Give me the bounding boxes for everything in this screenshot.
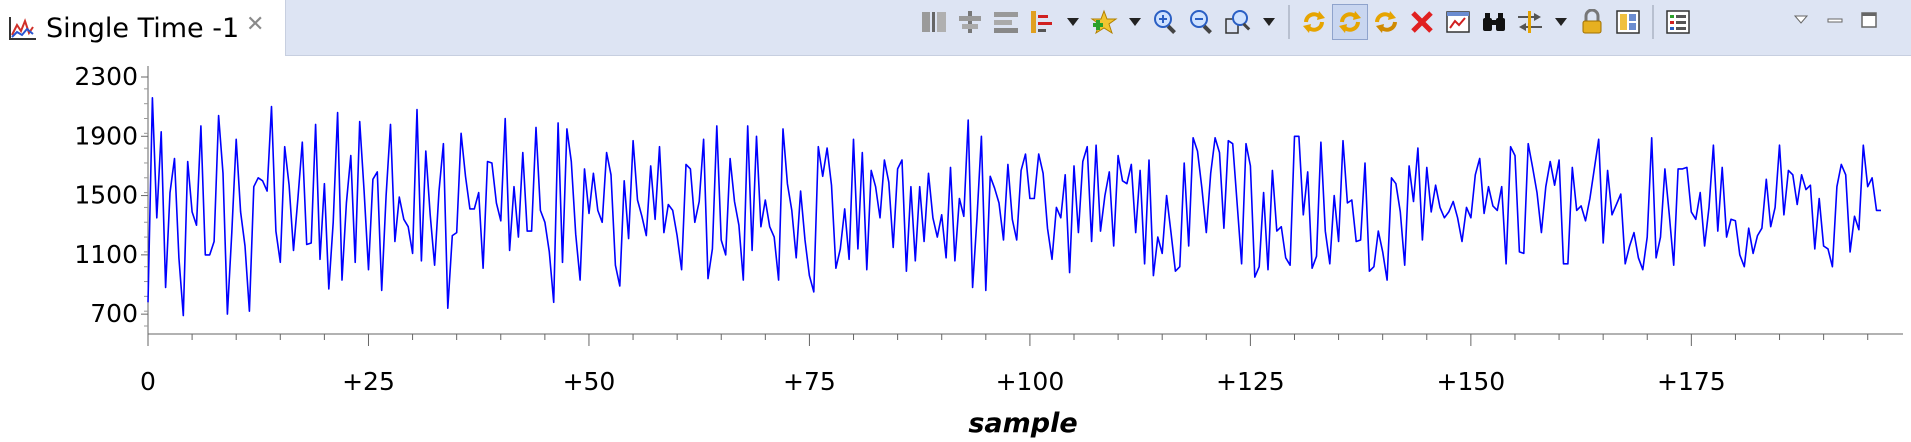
view-header: Single Time -1 ✕ <box>0 0 1911 56</box>
close-icon[interactable]: ✕ <box>246 12 264 37</box>
dropdown-arrow-icon[interactable] <box>1060 4 1086 40</box>
x-tick-label: +175 <box>1657 367 1726 396</box>
x-tick-label: +100 <box>996 367 1065 396</box>
x-tick-label: +50 <box>563 367 616 396</box>
dropdown-arrow-icon[interactable] <box>1122 4 1148 40</box>
dropdown-arrow-icon[interactable] <box>1256 4 1282 40</box>
x-axis: 0 +25 +50 +75 +100 +125 +150 +175 <box>140 333 1903 396</box>
x-tick-label: 0 <box>140 367 156 396</box>
x-tick-label: +125 <box>1216 367 1285 396</box>
continuous-refresh-icon[interactable] <box>1332 4 1368 40</box>
tab-single-time[interactable]: Single Time -1 ✕ <box>0 0 286 56</box>
view-menu-icon[interactable] <box>1784 3 1818 37</box>
tab-title: Single Time -1 <box>46 12 240 44</box>
refresh-all-icon[interactable] <box>1368 4 1404 40</box>
y-tick-label: 1900 <box>74 121 138 150</box>
x-tick-label: +150 <box>1437 367 1506 396</box>
zoom-in-icon[interactable] <box>1148 4 1184 40</box>
refresh-icon[interactable] <box>1296 4 1332 40</box>
find-icon[interactable] <box>1476 4 1512 40</box>
y-axis: 2300 1900 1500 1100 700 <box>74 62 149 334</box>
y-tick-label: 700 <box>90 299 138 328</box>
toolbar-separator <box>1652 5 1654 39</box>
delete-icon[interactable] <box>1404 4 1440 40</box>
x-tick-label: +25 <box>342 367 395 396</box>
align-center-icon[interactable] <box>952 4 988 40</box>
toolbar <box>916 2 1696 42</box>
dropdown-arrow-icon[interactable] <box>1548 4 1574 40</box>
list-icon[interactable] <box>1660 4 1696 40</box>
align-rows-icon[interactable] <box>988 4 1024 40</box>
plot-area[interactable] <box>147 96 1881 317</box>
zoom-out-icon[interactable] <box>1184 4 1220 40</box>
maximize-icon[interactable] <box>1852 3 1886 37</box>
split-view-icon[interactable] <box>916 4 952 40</box>
y-tick-label: 2300 <box>74 62 138 91</box>
zoom-fit-icon[interactable] <box>1220 4 1256 40</box>
x-tick-label: +75 <box>783 367 836 396</box>
import-export-icon[interactable] <box>1512 4 1548 40</box>
layout-icon[interactable] <box>1610 4 1646 40</box>
window-controls <box>1784 2 1886 38</box>
graph-properties-icon[interactable] <box>1440 4 1476 40</box>
measurement-marker-icon[interactable] <box>1024 4 1060 40</box>
add-graph-icon[interactable] <box>1086 4 1122 40</box>
line-chart-icon <box>8 15 38 41</box>
single-time-chart[interactable]: 2300 1900 1500 1100 700 0 +25 +50 +75 +100 +125 +1… <box>0 56 1911 442</box>
minimize-icon[interactable] <box>1818 3 1852 37</box>
x-axis-label: sample <box>968 408 1077 439</box>
y-tick-label: 1500 <box>74 181 138 210</box>
toolbar-separator <box>1288 5 1290 39</box>
series-line <box>147 96 1881 317</box>
y-tick-label: 1100 <box>74 240 138 269</box>
lock-icon[interactable] <box>1574 4 1610 40</box>
